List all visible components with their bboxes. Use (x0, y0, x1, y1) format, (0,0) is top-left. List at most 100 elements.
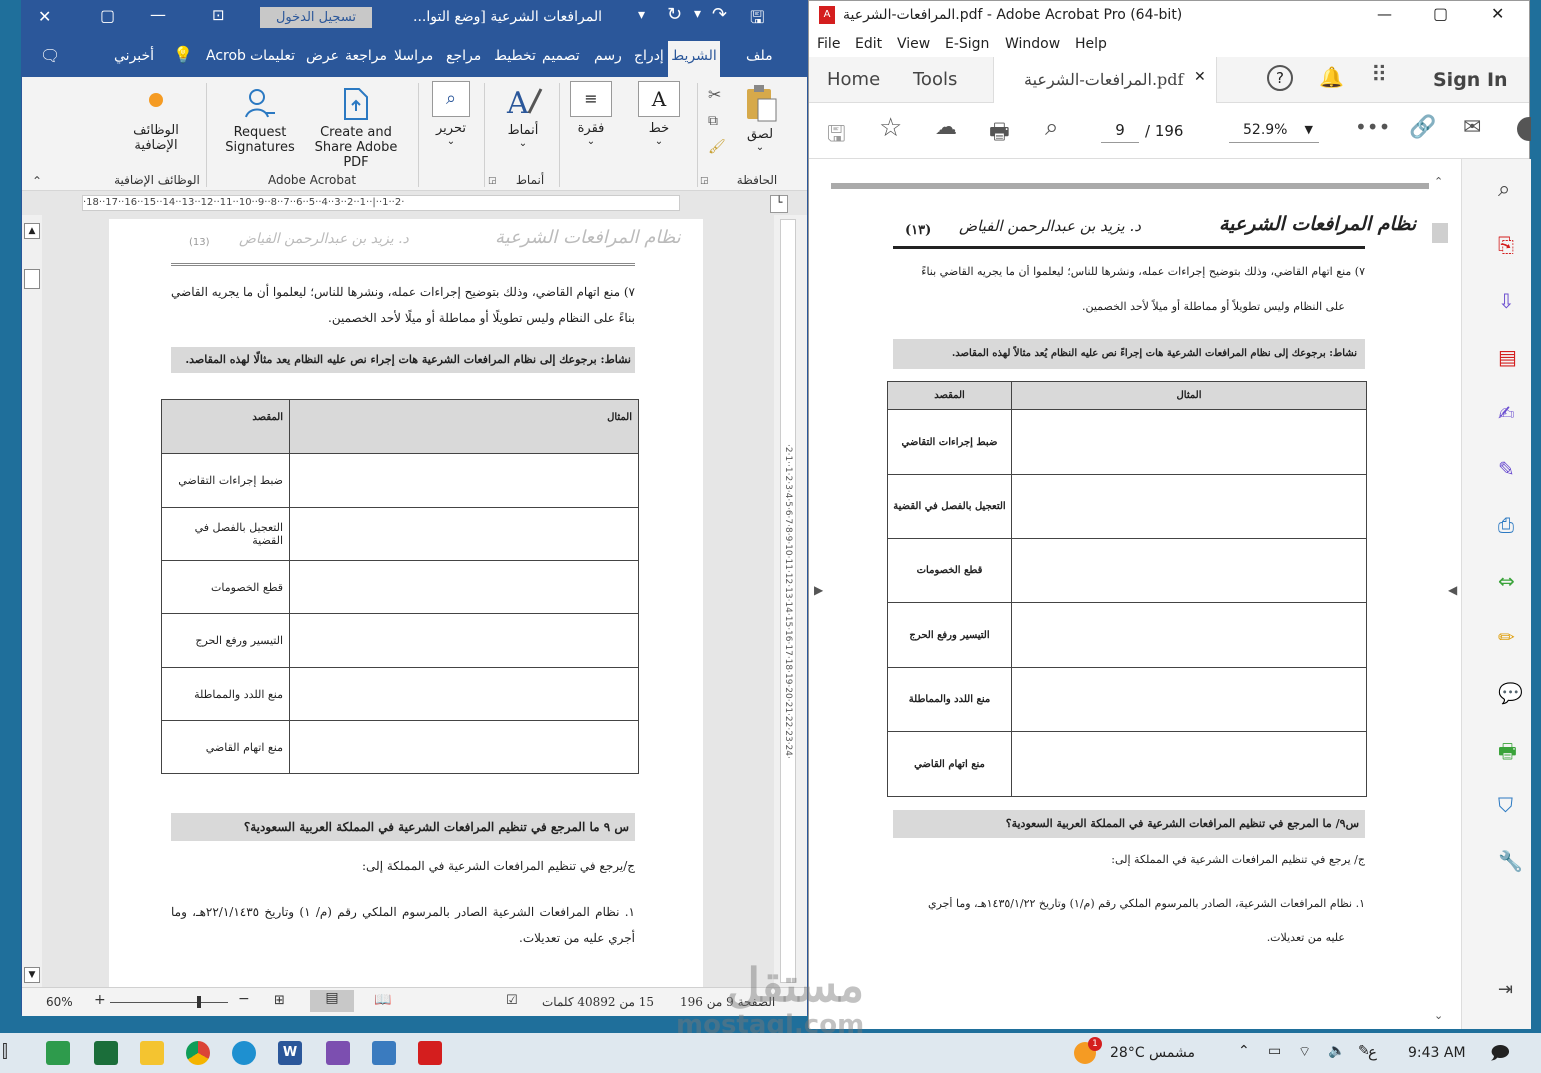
print-production-icon[interactable]: 🖶 (1498, 737, 1517, 771)
tab-acrobat[interactable]: Acrob (206, 48, 246, 64)
tab-file[interactable]: ملف (746, 48, 773, 64)
addins-button[interactable]: الوظائف الإضافية (118, 93, 194, 153)
menu-window[interactable]: Window (1005, 36, 1060, 52)
document-tab[interactable]: المرافعات-الشرعية.pdf ✕ (993, 57, 1217, 103)
maximize-icon[interactable]: ▢ (100, 6, 115, 25)
minimize-icon[interactable]: — (1377, 5, 1392, 23)
app-icon-1[interactable] (46, 1041, 70, 1065)
chrome-icon[interactable] (186, 1041, 210, 1065)
tab-tools[interactable]: Tools (913, 69, 957, 90)
tab-layout[interactable]: تخطيط (494, 48, 536, 64)
print-layout-icon[interactable]: ▤ (310, 990, 354, 1012)
maximize-icon[interactable]: ▢ (1433, 4, 1448, 23)
visual-studio-icon[interactable] (326, 1041, 350, 1065)
volume-icon[interactable]: 🔈 (1328, 1043, 1345, 1059)
vertical-scrollbar-left[interactable]: ▲ ▼ (22, 215, 42, 987)
tab-insert[interactable]: إدراج (634, 48, 664, 64)
tab-mailings[interactable]: مراسلا (394, 48, 433, 64)
clock[interactable]: 9:43 AM (1408, 1045, 1466, 1061)
apps-grid-icon[interactable]: ⠿ (1371, 63, 1387, 88)
cut-icon[interactable]: ✂ (708, 85, 721, 104)
send-review-icon[interactable]: ⎙ (1498, 513, 1514, 537)
collapse-ribbon-icon[interactable]: ⌃ (32, 174, 42, 188)
tab-selector[interactable]: └ (770, 195, 788, 213)
scroll-down-icon[interactable]: ▼ (24, 967, 40, 983)
styles-launcher-icon[interactable]: ◲ (488, 176, 497, 186)
weather-text[interactable]: 28°C مشمس (1110, 1045, 1195, 1061)
email-icon[interactable]: ✉ (1463, 115, 1481, 140)
print-icon[interactable]: 🖶 (989, 115, 1010, 153)
zoom-out-icon[interactable]: − (238, 991, 250, 1007)
tab-tell-me[interactable]: أخبرني (114, 48, 154, 64)
table-cell-empty[interactable] (289, 667, 639, 721)
tab-home[interactable]: الشريط (668, 41, 720, 77)
tab-draw[interactable]: رسم (594, 48, 622, 64)
zoom-slider[interactable] (110, 1002, 228, 1003)
minimize-icon[interactable]: — (150, 5, 166, 24)
word-icon[interactable]: W (278, 1041, 302, 1065)
tab-design[interactable]: تصميم (542, 48, 580, 64)
export-pdf-icon[interactable]: ⇩ (1498, 289, 1515, 313)
paste-button[interactable]: لصق ⌄ (738, 83, 782, 153)
web-layout-icon[interactable]: ⊞ (274, 993, 285, 1008)
menu-file[interactable]: File (817, 36, 840, 52)
comment-icon[interactable]: 🗨 (40, 46, 60, 65)
word-count[interactable]: 15 من 40892 كلمات (542, 995, 654, 1009)
menu-view[interactable]: View (897, 36, 930, 52)
signin-button[interactable]: تسجيل الدخول (260, 7, 372, 28)
scroll-down-icon[interactable]: ⌄ (1434, 1009, 1443, 1022)
table-cell-empty[interactable] (289, 560, 639, 614)
styles-button[interactable]: A أنماط ⌄ (496, 83, 550, 149)
scroll-up-icon[interactable]: ▲ (24, 223, 40, 239)
protect-shield-icon[interactable]: ⛉ (1498, 793, 1513, 817)
fill-sign-icon[interactable]: ✎ (1498, 457, 1515, 481)
zoom-tool-icon[interactable]: ⌕ (1498, 177, 1510, 202)
redo-icon[interactable]: ↷ (712, 4, 727, 25)
tab-home[interactable]: Home (827, 69, 880, 90)
organize-pages-icon[interactable]: ▤ (1498, 345, 1517, 369)
menu-edit[interactable]: Edit (855, 36, 882, 52)
search-icon[interactable]: ⌕ (1045, 113, 1058, 141)
scroll-thumb[interactable] (24, 269, 40, 289)
pdf-vertical-scrollbar[interactable]: ⌃ ⌄ (1429, 169, 1451, 1025)
collapse-right-icon[interactable]: ◀ (1448, 583, 1457, 597)
menu-esign[interactable]: E-Sign (945, 36, 989, 52)
collapse-pane-icon[interactable]: ⇥ (1498, 979, 1513, 1000)
request-signatures-button[interactable]: Request Signatures (212, 87, 308, 155)
zoom-select[interactable]: 52.9% ▼ (1229, 117, 1319, 143)
read-mode-icon[interactable]: 📖 (374, 992, 391, 1008)
close-icon[interactable]: ✕ (1491, 4, 1504, 23)
compress-pdf-icon[interactable]: ⇔ (1498, 569, 1515, 593)
menu-help[interactable]: Help (1075, 36, 1107, 52)
wifi-icon[interactable]: ⌔ (1298, 1043, 1311, 1061)
zoom-level[interactable]: 60% (46, 995, 73, 1009)
format-painter-icon[interactable]: 🖌 (708, 139, 726, 155)
qat-dropdown-icon[interactable]: ▾ (638, 7, 645, 23)
bookmark-star-icon[interactable]: ☆ (879, 113, 902, 143)
dialog-launcher-icon[interactable]: ◲ (700, 176, 709, 186)
sign-in-button[interactable]: Sign In (1433, 69, 1508, 91)
zoom-in-icon[interactable]: + (94, 992, 106, 1008)
table-cell-empty[interactable] (289, 453, 639, 508)
create-share-pdf-button[interactable]: Create and Share Adobe PDF (306, 87, 406, 170)
undo-dropdown-icon[interactable]: ▾ (694, 6, 701, 22)
edge-icon[interactable] (232, 1041, 256, 1065)
app-icon-2[interactable] (94, 1041, 118, 1065)
close-icon[interactable]: ✕ (38, 7, 51, 26)
save-icon[interactable]: 🖫 (827, 117, 846, 155)
comment-icon[interactable]: 💬 (1498, 681, 1523, 705)
upload-cloud-icon[interactable]: ☁ (935, 115, 957, 140)
expand-left-icon[interactable]: ▶ (814, 583, 823, 597)
acrobat-taskbar-icon[interactable] (418, 1041, 442, 1065)
task-view-icon[interactable]: ⫿ (2, 1041, 8, 1062)
word-page[interactable]: (13) د. يزيد بن عبدالرحمن الفياض نظام ال… (109, 219, 703, 987)
copy-icon[interactable]: ⧉ (708, 113, 718, 129)
more-tools-icon[interactable]: 🔧 (1498, 849, 1523, 873)
table-cell-empty[interactable] (289, 613, 639, 668)
help-icon[interactable]: ? (1267, 65, 1293, 91)
editing-button[interactable]: ⌕ تحرير ⌄ (426, 81, 476, 147)
notifications-icon[interactable]: 🗩 (1490, 1041, 1510, 1071)
pdf-scroll-thumb[interactable] (1432, 223, 1448, 243)
zoom-slider-thumb[interactable] (197, 996, 201, 1008)
paragraph-button[interactable]: ≡ فقرة ⌄ (566, 81, 616, 147)
